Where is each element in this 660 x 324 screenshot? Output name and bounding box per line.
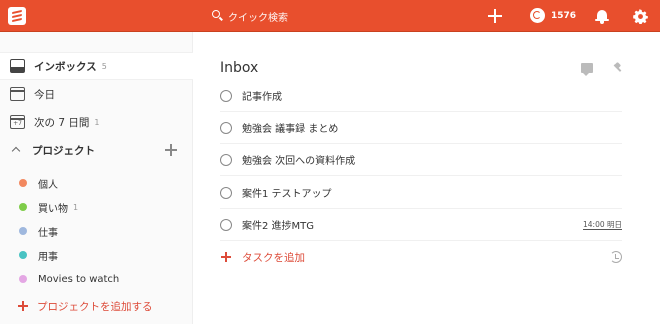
sidebar-item-label: インボックス <box>34 60 97 73</box>
task-label: 案件1 テストアップ <box>242 189 332 200</box>
sidebar-item-label: 次の 7 日間 <box>34 116 90 129</box>
project-item-work[interactable]: 仕事 <box>0 219 193 243</box>
task-label: 勉強会 議事録 まとめ <box>242 124 339 135</box>
project-label: 仕事 <box>38 227 58 239</box>
inbox-icon <box>10 59 25 73</box>
projects-title: プロジェクト <box>32 144 95 157</box>
add-task-button[interactable]: タスクを追加 <box>220 242 622 272</box>
history-icon[interactable] <box>610 251 622 263</box>
task-checkbox[interactable] <box>220 153 232 166</box>
task-label: 勉強会 次回への資料作成 <box>242 156 356 167</box>
project-label: 個人 <box>38 179 58 191</box>
calendar-today-icon <box>10 87 25 101</box>
add-task-plus-icon[interactable] <box>487 8 503 24</box>
task-label: 記事作成 <box>242 92 282 103</box>
project-label: 用事 <box>38 251 58 263</box>
task-checkbox[interactable] <box>220 186 232 199</box>
top-bar: クイック検索 1576 <box>0 0 660 32</box>
sidebar-item-next-7-days[interactable]: +7 次の 7 日間 1 <box>0 108 193 136</box>
task-row[interactable]: 案件2 進捗MTG 14:00 明日 <box>220 209 622 241</box>
add-project-label: プロジェクトを追加する <box>37 300 153 313</box>
task-row[interactable]: 案件1 テストアップ <box>220 177 622 209</box>
plus-icon <box>18 301 28 311</box>
main-content: Inbox 記事作成 勉強会 議事録 まとめ 勉強会 次回への資料作成 案件1 … <box>194 32 660 324</box>
project-color-dot <box>19 275 27 283</box>
project-color-dot <box>19 179 27 187</box>
task-checkbox[interactable] <box>220 121 232 134</box>
karma-count: 1576 <box>551 10 577 21</box>
chevron-up-icon[interactable] <box>10 144 22 156</box>
sidebar-item-inbox[interactable]: インボックス 5 <box>0 52 193 80</box>
project-item-personal[interactable]: 個人 <box>0 171 193 195</box>
search-placeholder: クイック検索 <box>228 12 288 24</box>
sidebar: インボックス 5 今日 +7 次の 7 日間 1 プロジェクト 個人 買い物 1… <box>0 32 193 324</box>
plus-icon <box>221 252 231 262</box>
project-label: Movies to watch <box>38 273 120 285</box>
project-item-errands[interactable]: 用事 <box>0 243 193 267</box>
settings-gear-icon[interactable] <box>633 9 648 24</box>
karma-button[interactable]: 1576 <box>530 8 576 23</box>
sidebar-item-count: 5 <box>101 61 107 71</box>
pin-icon[interactable] <box>611 62 623 74</box>
calendar-7days-icon: +7 <box>10 115 25 129</box>
page-title: Inbox <box>220 60 259 76</box>
project-label: 買い物 <box>38 203 68 215</box>
sidebar-item-count: 1 <box>94 117 100 127</box>
todoist-logo-icon[interactable] <box>8 7 26 25</box>
project-color-dot <box>19 227 27 235</box>
karma-icon <box>530 8 545 23</box>
task-label: 案件2 進捗MTG <box>242 221 315 232</box>
comment-icon[interactable] <box>581 63 593 76</box>
project-item-shopping[interactable]: 買い物 1 <box>0 195 193 219</box>
task-row[interactable]: 勉強会 次回への資料作成 <box>220 144 622 176</box>
notifications-bell-icon[interactable] <box>595 9 609 24</box>
task-row[interactable]: 勉強会 議事録 まとめ <box>220 112 622 144</box>
add-project-plus-icon[interactable] <box>165 144 177 156</box>
task-checkbox[interactable] <box>220 89 232 102</box>
sidebar-item-label: 今日 <box>34 88 55 101</box>
add-project-button[interactable]: プロジェクトを追加する <box>0 294 193 318</box>
project-item-movies[interactable]: Movies to watch <box>0 267 193 291</box>
projects-header[interactable]: プロジェクト <box>0 136 193 164</box>
search-icon <box>212 10 224 22</box>
task-checkbox[interactable] <box>220 218 232 231</box>
add-task-label: タスクを追加 <box>242 251 305 264</box>
task-row[interactable]: 記事作成 <box>220 80 622 112</box>
calendar-7days-icon-text: +7 <box>13 120 22 127</box>
project-color-dot <box>19 251 27 259</box>
project-count: 1 <box>73 202 79 212</box>
task-due-date[interactable]: 14:00 明日 <box>583 220 622 230</box>
quick-search[interactable]: クイック検索 <box>212 8 288 24</box>
sidebar-item-today[interactable]: 今日 <box>0 80 193 108</box>
project-color-dot <box>19 203 27 211</box>
